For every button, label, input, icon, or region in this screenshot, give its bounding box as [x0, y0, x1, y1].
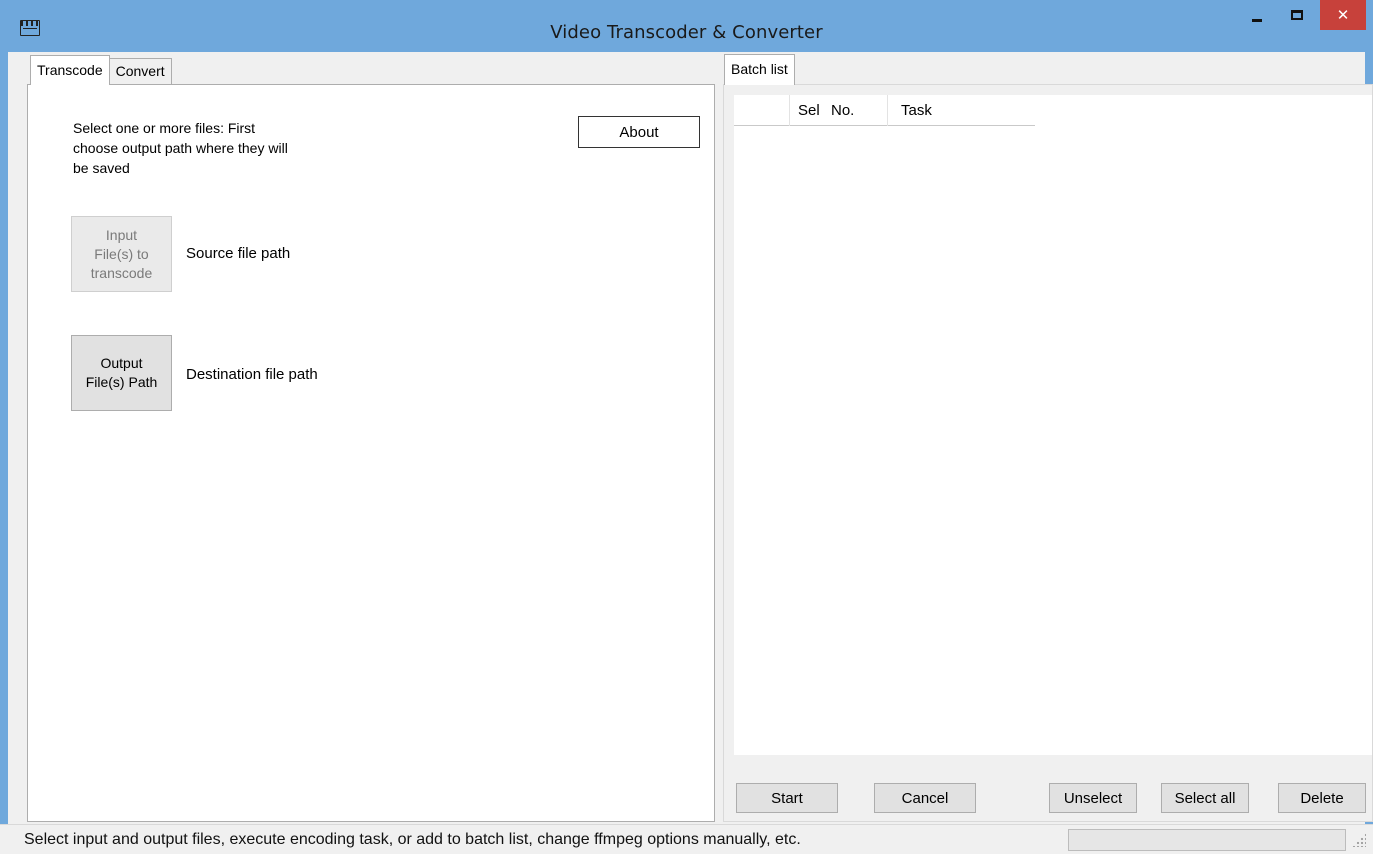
minimize-button[interactable]	[1240, 0, 1274, 30]
input-button-line: Input	[105, 226, 138, 243]
clapperboard-icon	[20, 20, 40, 36]
batch-panel: Sel No. Task Start Cancel Unselect Selec…	[723, 84, 1373, 822]
output-path-button[interactable]: Output File(s) Path	[71, 335, 172, 411]
column-header-sel[interactable]: Sel	[790, 95, 828, 126]
tab-transcode[interactable]: Transcode	[30, 55, 110, 85]
column-header-no[interactable]: No.	[828, 95, 888, 126]
tab-batch-list[interactable]: Batch list	[724, 54, 795, 85]
destination-file-path-label: Destination file path	[186, 366, 318, 383]
column-header-blank[interactable]	[734, 95, 790, 126]
source-file-path-label: Source file path	[186, 245, 291, 262]
maximize-button[interactable]	[1280, 0, 1314, 30]
output-button-line: Output	[100, 355, 143, 371]
column-header-task[interactable]: Task	[888, 95, 1035, 126]
batch-list-header: Sel No. Task	[734, 95, 1035, 126]
maximize-icon	[1291, 10, 1303, 20]
input-files-button[interactable]: Input File(s) to transcode	[71, 216, 172, 292]
input-button-line: transcode	[90, 264, 153, 281]
output-button-line: File(s) Path	[85, 374, 158, 390]
close-button[interactable]: ✕	[1320, 0, 1366, 30]
batch-list-view[interactable]: Sel No. Task	[734, 95, 1372, 755]
title-bar[interactable]: Video Transcoder & Converter ✕	[0, 0, 1373, 52]
delete-button[interactable]: Delete	[1278, 783, 1366, 813]
window-title: Video Transcoder & Converter	[550, 21, 823, 43]
input-button-line: File(s) to	[94, 245, 149, 262]
resize-grip-icon[interactable]	[1352, 833, 1366, 847]
select-all-button[interactable]: Select all	[1161, 783, 1249, 813]
minimize-icon	[1252, 18, 1262, 22]
transcode-panel: Select one or more files: First choose o…	[27, 84, 715, 822]
close-icon: ✕	[1336, 6, 1350, 24]
progress-bar	[1068, 829, 1346, 851]
instructions-text: Select one or more files: First choose o…	[73, 120, 288, 176]
cancel-button[interactable]: Cancel	[874, 783, 976, 813]
about-button[interactable]: About	[578, 116, 700, 148]
status-text: Select input and output files, execute e…	[24, 831, 801, 848]
left-tab-strip: Transcode Convert	[30, 55, 172, 85]
start-button[interactable]: Start	[736, 783, 838, 813]
unselect-button[interactable]: Unselect	[1049, 783, 1137, 813]
tab-convert[interactable]: Convert	[108, 58, 172, 85]
status-bar: Select input and output files, execute e…	[0, 824, 1373, 854]
app-window: Video Transcoder & Converter ✕ Transcode…	[0, 0, 1373, 854]
